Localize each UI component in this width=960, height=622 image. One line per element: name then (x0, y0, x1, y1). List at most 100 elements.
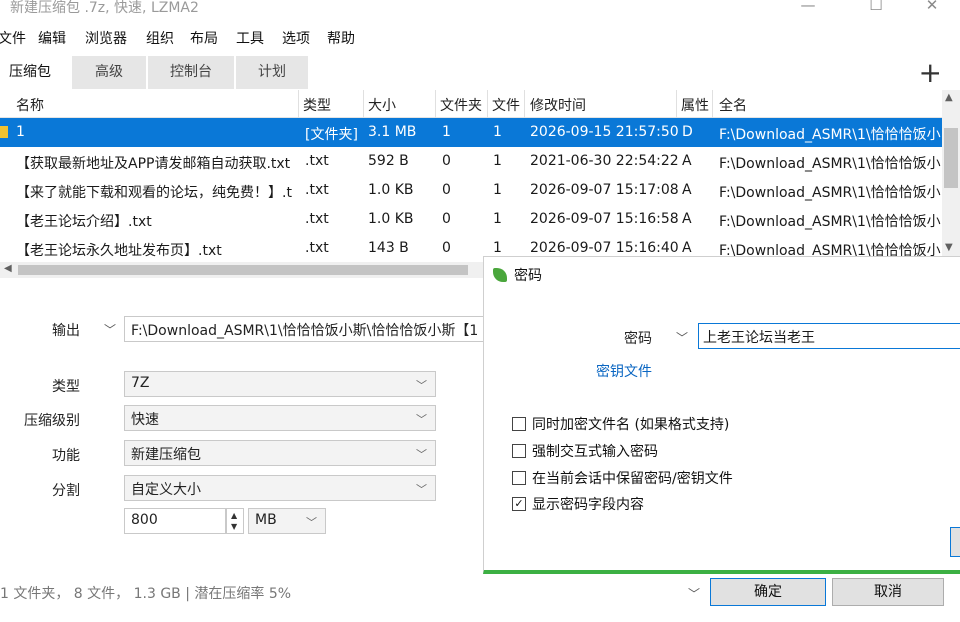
cell-type: .txt (305, 240, 329, 256)
show-password-label: 显示密码字段内容 (532, 497, 644, 513)
cell-type: .txt (305, 182, 329, 198)
level-value: 快速 (131, 412, 159, 428)
title-bar: 新建压缩包 .7z, 快速, LZMA2 — ☐ ✕ (0, 0, 960, 22)
scroll-up-icon[interactable]: ▲ (945, 92, 953, 103)
col-separator[interactable] (524, 90, 525, 118)
cell-attr: A (682, 182, 692, 198)
cell-folders: 0 (442, 153, 451, 169)
col-separator[interactable] (363, 90, 364, 118)
split-size-input[interactable]: 800 (124, 508, 226, 534)
password-input[interactable]: 上老王论坛当老王 (698, 323, 960, 349)
cell-fullname: F:\Download_ASMR\1\恰恰恰饭小斯 (719, 156, 941, 172)
col-separator[interactable] (676, 90, 677, 118)
cell-name: 【老王论坛永久地址发布页】.txt (16, 243, 222, 259)
keep-password-checkbox[interactable] (512, 471, 526, 485)
vertical-scrollbar[interactable]: ▲ ▼ (942, 90, 960, 260)
level-label: 压缩级别 (24, 413, 80, 429)
split-size-stepper[interactable]: ▲ ▼ (226, 508, 244, 534)
col-files[interactable]: 文件 (492, 95, 520, 115)
cell-modified: 2026-09-15 21:57:50 (530, 124, 679, 140)
minimize-button[interactable]: — (788, 0, 828, 16)
cancel-button[interactable]: 取消 (832, 578, 944, 606)
menu-edit[interactable]: 编辑 (38, 28, 66, 48)
col-name[interactable]: 名称 (16, 95, 44, 115)
split-select[interactable]: 自定义大小 ﹀ (124, 475, 436, 501)
function-select[interactable]: 新建压缩包 ﹀ (124, 440, 436, 466)
table-row[interactable]: 1 [文件夹] 3.1 MB 1 1 2026-09-15 21:57:50 D… (0, 118, 942, 147)
encrypt-names-checkbox[interactable] (512, 417, 526, 431)
password-label: 密码 (624, 331, 652, 347)
cell-fullname: F:\Download_ASMR\1\恰恰恰饭小斯 (719, 185, 941, 201)
add-icon[interactable]: + (919, 56, 942, 89)
col-modified[interactable]: 修改时间 (530, 95, 586, 115)
scroll-thumb[interactable] (944, 128, 958, 188)
chevron-down-icon: ﹀ (416, 448, 427, 461)
col-separator[interactable] (712, 90, 713, 118)
keyfile-link[interactable]: 密钥文件 (596, 361, 652, 381)
col-attr[interactable]: 属性 (681, 95, 709, 115)
list-header: 名称 类型 大小 文件夹 文件 修改时间 属性 全名 (0, 90, 942, 118)
maximize-button[interactable]: ☐ (856, 0, 896, 16)
cell-folders: 0 (442, 211, 451, 227)
status-bar: 1 文件夹， 8 文件， 1.3 GB | 潜在压缩率 5% (0, 586, 292, 602)
col-size[interactable]: 大小 (368, 95, 396, 115)
scroll-thumb[interactable] (18, 265, 468, 275)
tab-schedule[interactable]: 计划 (236, 56, 308, 89)
col-type[interactable]: 类型 (303, 95, 331, 115)
show-password-checkbox[interactable]: ✓ (512, 497, 526, 511)
menu-layout[interactable]: 布局 (190, 28, 218, 48)
stepper-down-icon[interactable]: ▼ (231, 522, 237, 531)
menu-tools[interactable]: 工具 (236, 28, 264, 48)
ok-button[interactable]: 确定 (710, 578, 826, 606)
function-label: 功能 (52, 448, 80, 464)
chevron-down-icon: ﹀ (306, 516, 317, 529)
col-fullname[interactable]: 全名 (719, 95, 747, 115)
table-row[interactable]: 【获取最新地址及APP请发邮箱自动获取.txt .txt 592 B 0 1 2… (0, 147, 942, 176)
cell-attr: A (682, 153, 692, 169)
table-row[interactable]: 【来了就能下载和观看的论坛，纯免费！】.t .txt 1.0 KB 0 1 20… (0, 176, 942, 205)
menu-file[interactable]: 文件 (0, 28, 26, 48)
tab-console[interactable]: 控制台 (148, 56, 234, 89)
scroll-left-icon[interactable]: ◀ (4, 263, 12, 274)
chevron-down-icon[interactable]: ﹀ (104, 321, 116, 338)
cell-type: [文件夹] (305, 127, 358, 143)
split-unit-select[interactable]: MB ﹀ (248, 508, 326, 534)
output-path-field[interactable]: F:\Download_ASMR\1\恰恰恰饭小斯\恰恰恰饭小斯【1 (124, 316, 486, 342)
chevron-down-icon[interactable]: ﹀ (676, 329, 688, 346)
cell-name: 【老王论坛介绍】.txt (16, 214, 152, 230)
chevron-down-icon: ﹀ (416, 379, 427, 392)
chevron-down-icon[interactable]: ﹀ (688, 585, 700, 602)
app-leaf-icon (493, 268, 507, 282)
tab-bar: 压缩包 高级 控制台 计划 + (0, 56, 960, 90)
cell-fullname: F:\Download_ASMR\1\恰恰恰饭小斯 (719, 214, 941, 230)
scroll-down-icon[interactable]: ▼ (945, 242, 953, 253)
format-value: 7Z (131, 375, 150, 391)
table-row[interactable]: 【老王论坛介绍】.txt .txt 1.0 KB 0 1 2026-09-07 … (0, 205, 942, 234)
cell-folders: 1 (442, 124, 451, 140)
cell-files: 1 (493, 124, 502, 140)
force-interactive-checkbox[interactable] (512, 444, 526, 458)
menu-organize[interactable]: 组织 (146, 28, 174, 48)
compression-level-select[interactable]: 快速 ﹀ (124, 405, 436, 431)
dialog-title: 密码 (514, 268, 542, 284)
tab-archive[interactable]: 压缩包 (0, 56, 60, 89)
cell-size: 3.1 MB (368, 124, 417, 140)
format-select[interactable]: 7Z ﹀ (124, 371, 436, 397)
stepper-up-icon[interactable]: ▲ (231, 511, 237, 520)
cell-size: 143 B (368, 240, 409, 256)
col-separator[interactable] (435, 90, 436, 118)
dialog-button-edge[interactable] (950, 527, 960, 557)
col-separator[interactable] (298, 90, 299, 118)
tab-advanced[interactable]: 高级 (72, 56, 146, 89)
menu-browser[interactable]: 浏览器 (85, 28, 127, 48)
col-separator[interactable] (487, 90, 488, 118)
menu-options[interactable]: 选项 (282, 28, 310, 48)
cell-size: 592 B (368, 153, 409, 169)
menu-help[interactable]: 帮助 (327, 28, 355, 48)
horizontal-scrollbar[interactable]: ◀ (0, 262, 485, 278)
close-button[interactable]: ✕ (912, 0, 952, 16)
keep-password-label: 在当前会话中保留密码/密钥文件 (532, 471, 733, 487)
cell-files: 1 (493, 182, 502, 198)
col-folders[interactable]: 文件夹 (440, 95, 482, 115)
cell-modified: 2021-06-30 22:54:22 (530, 153, 679, 169)
